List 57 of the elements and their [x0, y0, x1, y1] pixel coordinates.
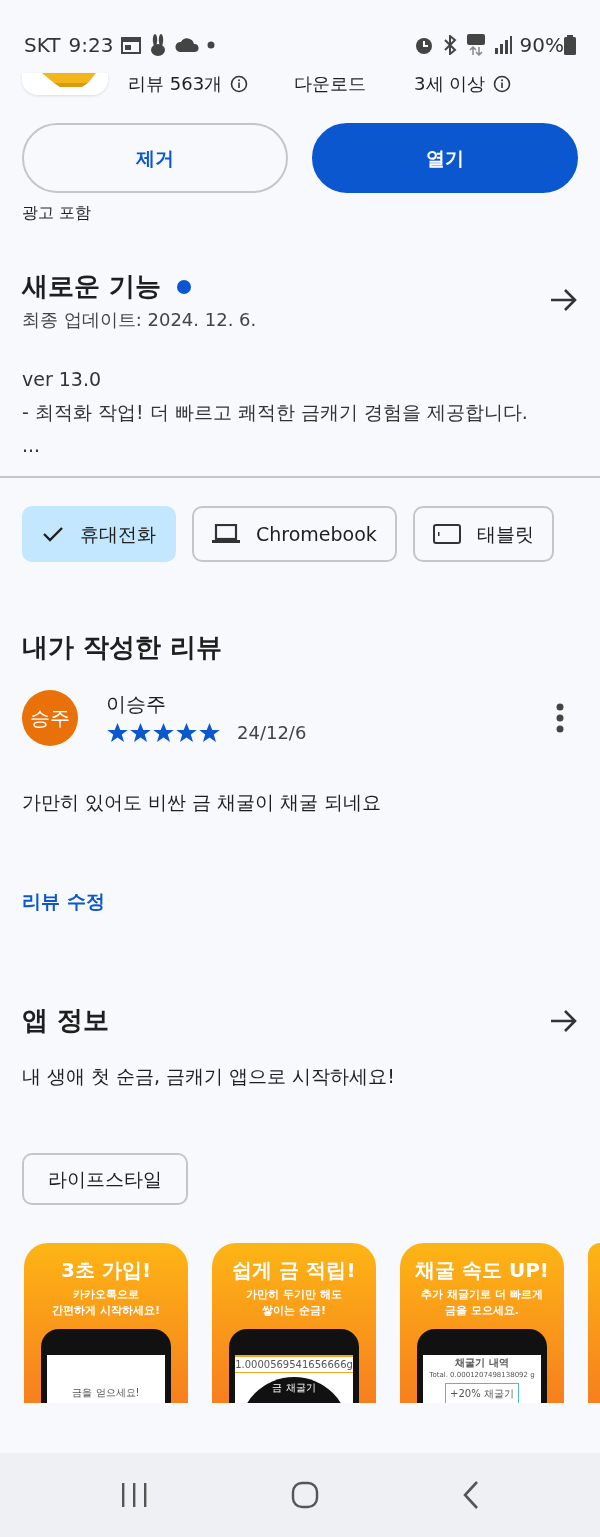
- screenshot-card[interactable]: 쉽게 금 적립! 가만히 두기만 해도 쌓이는 순금! 1.0000569541656666g 금 채굴기: [212, 1243, 376, 1403]
- check-icon: [42, 525, 64, 543]
- avatar: 승주: [22, 689, 78, 746]
- review-text: 가만히 있어도 비싼 금 채굴이 채굴 되네요: [21, 790, 383, 815]
- clock-time: 9:23: [68, 32, 114, 59]
- tablet-icon: [432, 524, 461, 544]
- dot-icon: [207, 41, 216, 49]
- screenshot-headline: 쉽게 금 적립!: [232, 1257, 356, 1284]
- battery-icon: [564, 35, 576, 55]
- screenshot-headline: 채굴 속도 UP!: [415, 1257, 549, 1284]
- screenshot-caption: 카카오톡으로 간편하게 시작하세요!: [52, 1287, 160, 1319]
- section-title: 앱 정보: [22, 1004, 110, 1037]
- section-title: 내가 작성한 리뷰: [21, 631, 224, 664]
- info-icon[interactable]: [493, 74, 512, 93]
- release-note-line: ver 13.0: [22, 367, 103, 392]
- list-item-card: +20% 채굴기: [445, 1382, 519, 1403]
- reviewer-name: 이승주: [106, 691, 167, 718]
- battery-level: 90%: [519, 32, 564, 59]
- screenshot-caption: 추가 채굴기로 더 빠르게 금을 모으세요.: [421, 1287, 543, 1319]
- device-chip[interactable]: Chromebook: [192, 506, 397, 562]
- home-icon[interactable]: [291, 1481, 319, 1509]
- balance-text: 1.0000569541656666g: [235, 1356, 353, 1372]
- laptop-icon: [212, 524, 240, 544]
- download-label: 다운로드: [294, 72, 367, 96]
- screenshot-headline: 3초 가입!: [61, 1257, 151, 1284]
- rabbit-icon: [149, 34, 168, 56]
- app-description: 내 생애 첫 순금, 금캐기 앱으로 시작하세요!: [21, 1064, 396, 1089]
- edit-review-link[interactable]: 리뷰 수정: [0, 886, 127, 915]
- screen-text: 금 채굴기: [272, 1381, 316, 1395]
- screen-text: 금을 얻으세요!: [72, 1386, 140, 1400]
- network-icon: [465, 34, 486, 56]
- release-note-line: ...: [22, 433, 42, 458]
- review-count: 리뷰 563개: [128, 72, 223, 96]
- signal-icon: [493, 36, 512, 54]
- info-icon[interactable]: [230, 74, 249, 93]
- more-options-icon[interactable]: [556, 702, 564, 733]
- release-note-line: - 최적화 작업! 더 빠르고 쾌적한 금캐기 경험을 제공합니다.: [22, 400, 529, 425]
- open-button[interactable]: 열기: [312, 123, 578, 193]
- ads-note: 광고 포함: [21, 202, 93, 224]
- calendar-icon: [121, 36, 142, 54]
- back-icon[interactable]: [462, 1480, 481, 1510]
- uninstall-button[interactable]: 제거: [22, 123, 288, 193]
- device-chip[interactable]: 태블릿: [412, 506, 554, 562]
- recent-apps-icon[interactable]: [119, 1482, 148, 1508]
- app-icon: [22, 72, 108, 95]
- carrier-name: SKT: [24, 32, 61, 59]
- age-rating: 3세 이상: [414, 72, 486, 96]
- section-title: 새로운 기능: [22, 270, 162, 303]
- screen-title: 채굴기 내역: [455, 1356, 509, 1370]
- cloud-icon: [175, 38, 200, 52]
- review-date: 24/12/6: [237, 721, 307, 745]
- update-date: 최종 업데이트: 2024. 12. 6.: [22, 308, 257, 332]
- screenshot-card[interactable]: 3초 가입! 카카오톡으로 간편하게 시작하세요! 금을 얻으세요!: [24, 1243, 188, 1403]
- screenshot-caption: 가만히 두기만 해도 쌓이는 순금!: [246, 1287, 342, 1319]
- device-chip[interactable]: 휴대전화: [22, 506, 176, 562]
- category-chip[interactable]: 라이프스타일: [22, 1152, 188, 1205]
- bluetooth-icon: [441, 35, 458, 55]
